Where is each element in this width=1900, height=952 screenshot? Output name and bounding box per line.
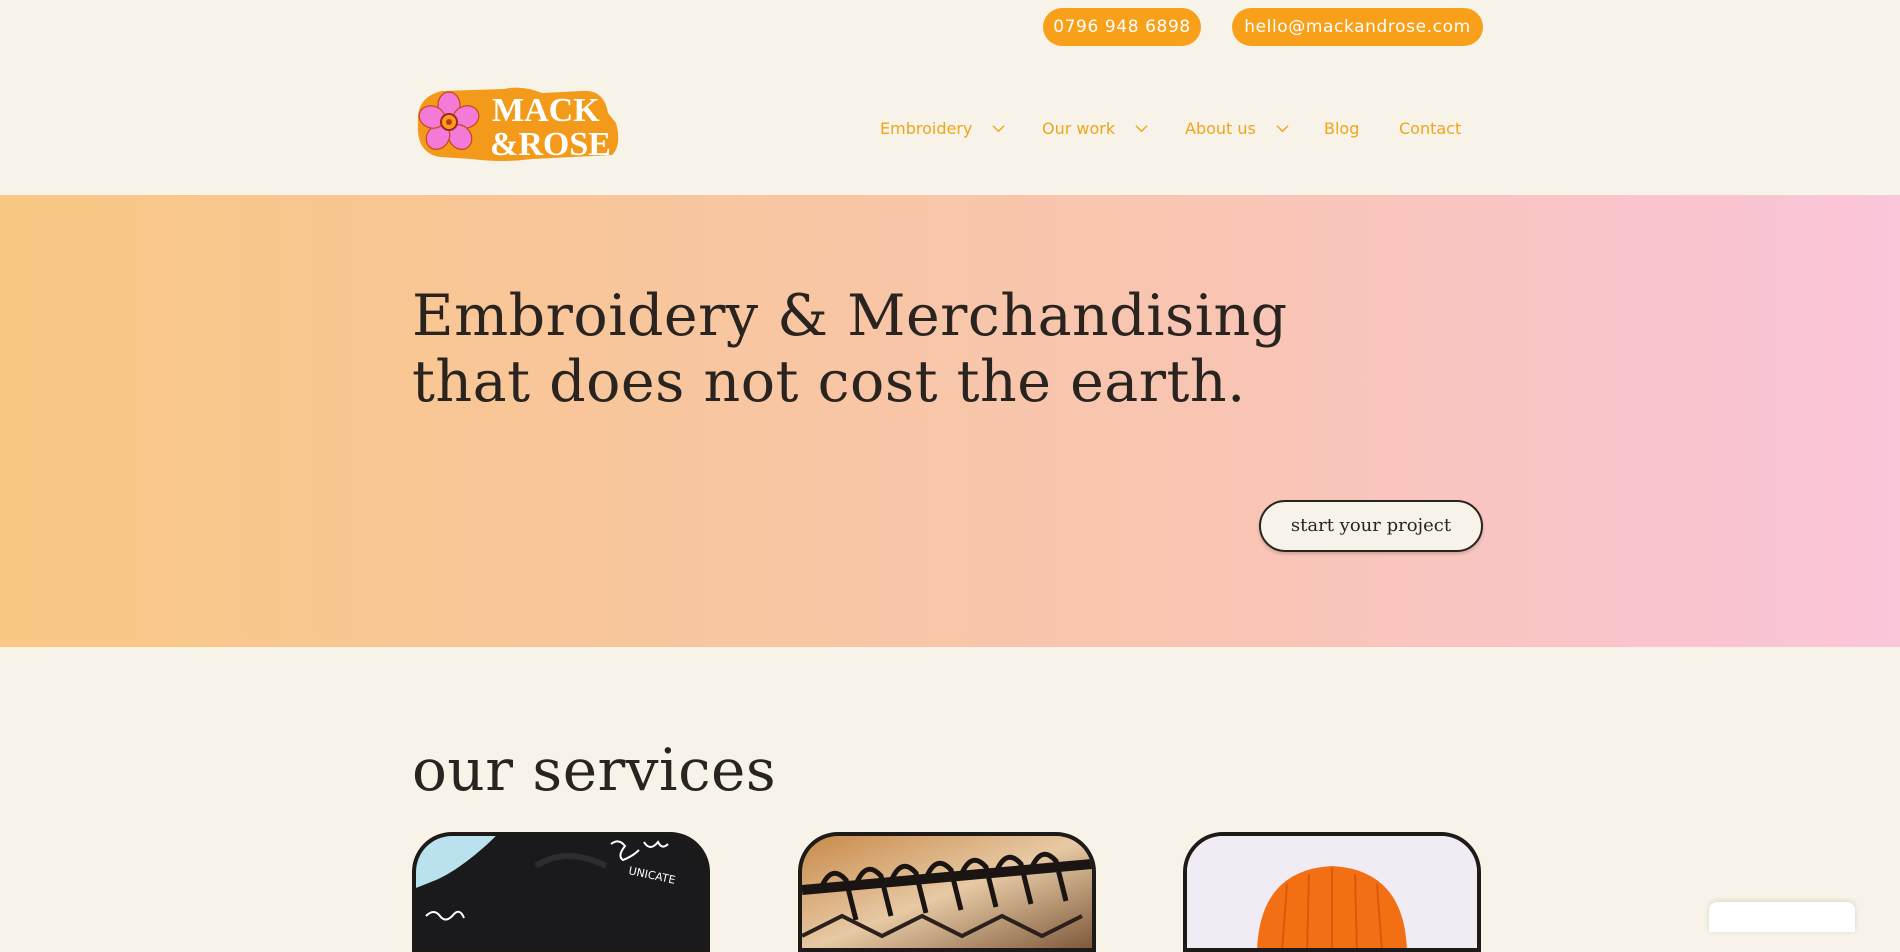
clothing-rack-image	[802, 836, 1092, 948]
email-link[interactable]: hello@mackandrose.com	[1232, 8, 1483, 46]
orange-beanie-image	[1187, 836, 1477, 948]
service-card-merchandise[interactable]	[798, 832, 1096, 952]
service-card-embroidery[interactable]: UNICATE	[412, 832, 710, 952]
nav-item-about-us[interactable]: About us	[1185, 114, 1289, 144]
nav-item-blog[interactable]: Blog	[1324, 114, 1359, 144]
service-card-knitwear[interactable]	[1183, 832, 1481, 952]
chevron-down-icon	[1135, 125, 1148, 133]
nav-item-our-work[interactable]: Our work	[1042, 114, 1148, 144]
chevron-down-icon	[992, 125, 1005, 133]
top-contact-bar: 0796 948 6898 hello@mackandrose.com	[0, 8, 1900, 48]
hero-headline-line-2: that does not cost the earth.	[412, 349, 1246, 415]
chat-widget[interactable]	[1709, 902, 1855, 932]
phone-link[interactable]: 0796 948 6898	[1043, 8, 1201, 46]
start-project-button[interactable]: start your project	[1259, 500, 1483, 552]
nav-label: Our work	[1042, 119, 1116, 138]
nav-label: About us	[1185, 119, 1256, 138]
services-heading: our services	[412, 736, 777, 804]
nav-item-contact[interactable]: Contact	[1399, 114, 1461, 144]
chevron-down-icon	[1276, 125, 1289, 133]
main-nav: Embroidery Our work About us Blog Contac…	[0, 114, 1900, 144]
hero-headline: Embroidery & Merchandising that does not…	[412, 283, 1312, 415]
nav-label: Embroidery	[880, 119, 973, 138]
site-header: MACK &ROSE Embroidery Our work About us …	[0, 60, 1900, 195]
embroidered-garment-image: UNICATE	[416, 836, 706, 948]
hero-banner: Embroidery & Merchandising that does not…	[0, 195, 1900, 647]
hero-headline-line-1: Embroidery & Merchandising	[412, 283, 1288, 349]
nav-item-embroidery[interactable]: Embroidery	[880, 114, 1005, 144]
